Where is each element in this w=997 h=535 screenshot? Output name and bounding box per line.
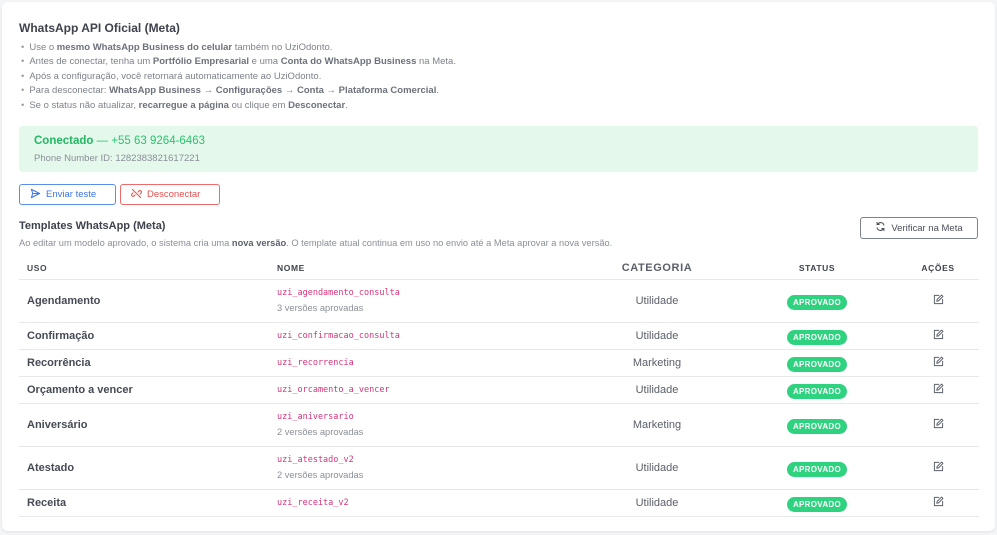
template-categoria: Marketing	[577, 349, 737, 377]
send-icon	[30, 188, 41, 202]
template-categoria: Marketing	[577, 403, 737, 447]
edit-icon[interactable]	[933, 459, 944, 476]
phone-number-id: Phone Number ID: 1282383821617221	[34, 153, 200, 164]
template-nome-cell: uzi_agendamento_consulta 3 versões aprova…	[277, 279, 577, 323]
connection-status: Conectado — +55 63 9264-6463	[34, 135, 205, 147]
template-nome-cell: uzi_atestado_v2 2 versões aprovadas	[277, 446, 577, 490]
template-nome-cell: uzi_receita_v2	[277, 489, 577, 517]
edit-icon[interactable]	[933, 381, 944, 398]
template-actions-cell	[897, 489, 979, 517]
status-badge: APROVADO	[786, 329, 848, 345]
column-acoes: AÇÕES	[897, 258, 979, 280]
template-uso: Receita	[19, 489, 277, 517]
edit-icon[interactable]	[933, 292, 944, 309]
template-name: uzi_confirmacao_consulta	[277, 330, 400, 341]
edit-icon[interactable]	[933, 327, 944, 344]
column-status: STATUS	[737, 258, 897, 280]
disconnect-button[interactable]: Desconectar	[120, 184, 220, 205]
status-badge: APROVADO	[786, 461, 848, 477]
template-categoria: Utilidade	[577, 376, 737, 404]
template-name: uzi_atestado_v2	[277, 455, 354, 465]
table-row: Recorrência uzi_recorrencia Marketing APROV…	[19, 349, 979, 377]
connection-status-label: Conectado	[34, 135, 94, 147]
template-categoria: Utilidade	[577, 446, 737, 490]
template-nome-cell: uzi_recorrencia	[277, 349, 577, 377]
status-badge: APROVADO	[786, 418, 848, 434]
template-versions: 3 versões aprovadas	[277, 303, 364, 313]
connected-phone: +55 63 9264-6463	[111, 135, 205, 147]
template-nome-cell: uzi_confirmacao_consulta	[277, 322, 577, 350]
table-row: Atestado uzi_atestado_v2 2 versões aprovad…	[19, 446, 979, 490]
template-name: uzi_orcamento_a_vencer	[277, 384, 390, 395]
template-categoria: Utilidade	[577, 279, 737, 323]
templates-table: USO NOME CATEGORIA STATUS AÇÕES Agendame…	[19, 258, 979, 517]
templates-title: Templates WhatsApp (Meta)	[19, 220, 166, 232]
template-name: uzi_agendamento_consulta	[277, 288, 400, 298]
column-categoria: CATEGORIA	[577, 258, 737, 280]
template-name: uzi_aniversario	[277, 412, 354, 422]
template-uso: Atestado	[19, 446, 277, 490]
template-uso: Recorrência	[19, 349, 277, 377]
table-row: Orçamento a vencer uzi_orcamento_a_vencer…	[19, 376, 979, 404]
template-versions: 2 versões aprovadas	[277, 470, 364, 480]
template-uso: Agendamento	[19, 279, 277, 323]
column-nome: NOME	[277, 258, 577, 280]
template-status-cell: APROVADO	[737, 489, 897, 517]
template-actions-cell	[897, 279, 979, 323]
instruction-item: Antes de conectar, tenha um Portfólio Em…	[19, 55, 456, 69]
instruction-item: Se o status não atualizar, recarregue a …	[19, 99, 456, 113]
table-row: Receita uzi_receita_v2 Utilidade APROVADO	[19, 489, 979, 517]
template-uso: Confirmação	[19, 322, 277, 350]
template-actions-cell	[897, 322, 979, 350]
template-status-cell: APROVADO	[737, 376, 897, 404]
connection-status-panel: Conectado — +55 63 9264-6463 Phone Numbe…	[19, 126, 978, 172]
table-header: USO NOME CATEGORIA STATUS AÇÕES	[19, 258, 979, 280]
template-categoria: Utilidade	[577, 489, 737, 517]
verify-meta-button[interactable]: Verificar na Meta	[860, 217, 978, 239]
template-status-cell: APROVADO	[737, 446, 897, 490]
whatsapp-api-card: WhatsApp API Oficial (Meta) Use o mesmo …	[2, 2, 995, 531]
template-status-cell: APROVADO	[737, 403, 897, 447]
status-badge: APROVADO	[786, 294, 848, 310]
status-badge: APROVADO	[786, 496, 848, 512]
templates-note: Ao editar um modelo aprovado, o sistema …	[19, 238, 613, 248]
refresh-icon	[875, 221, 886, 235]
send-test-button[interactable]: Enviar teste	[19, 184, 116, 205]
instruction-item: Para desconectar: WhatsApp Business → Co…	[19, 84, 456, 98]
edit-icon[interactable]	[933, 354, 944, 371]
table-row: Aniversário uzi_aniversario 2 versões apro…	[19, 403, 979, 447]
edit-icon[interactable]	[933, 494, 944, 511]
edit-icon[interactable]	[933, 416, 944, 433]
template-actions-cell	[897, 446, 979, 490]
template-name: uzi_recorrencia	[277, 357, 354, 368]
status-badge: APROVADO	[786, 383, 848, 399]
template-status-cell: APROVADO	[737, 349, 897, 377]
template-actions-cell	[897, 349, 979, 377]
table-row: Confirmação uzi_confirmacao_consulta Utili…	[19, 322, 979, 350]
table-row: Agendamento uzi_agendamento_consulta 3 ver…	[19, 279, 979, 323]
instructions-list: Use o mesmo WhatsApp Business do celular…	[19, 41, 456, 113]
template-actions-cell	[897, 376, 979, 404]
instruction-item: Use o mesmo WhatsApp Business do celular…	[19, 41, 456, 55]
template-uso: Orçamento a vencer	[19, 376, 277, 404]
template-name: uzi_receita_v2	[277, 497, 349, 508]
template-status-cell: APROVADO	[737, 279, 897, 323]
template-nome-cell: uzi_orcamento_a_vencer	[277, 376, 577, 404]
template-nome-cell: uzi_aniversario 2 versões aprovadas	[277, 403, 577, 447]
template-versions: 2 versões aprovadas	[277, 427, 364, 437]
template-status-cell: APROVADO	[737, 322, 897, 350]
status-badge: APROVADO	[786, 356, 848, 372]
page-title: WhatsApp API Oficial (Meta)	[19, 21, 180, 35]
column-uso: USO	[19, 258, 277, 280]
template-uso: Aniversário	[19, 403, 277, 447]
unlink-icon	[131, 188, 142, 202]
instruction-item: Após a configuração, você retornará auto…	[19, 70, 456, 84]
template-categoria: Utilidade	[577, 322, 737, 350]
template-actions-cell	[897, 403, 979, 447]
